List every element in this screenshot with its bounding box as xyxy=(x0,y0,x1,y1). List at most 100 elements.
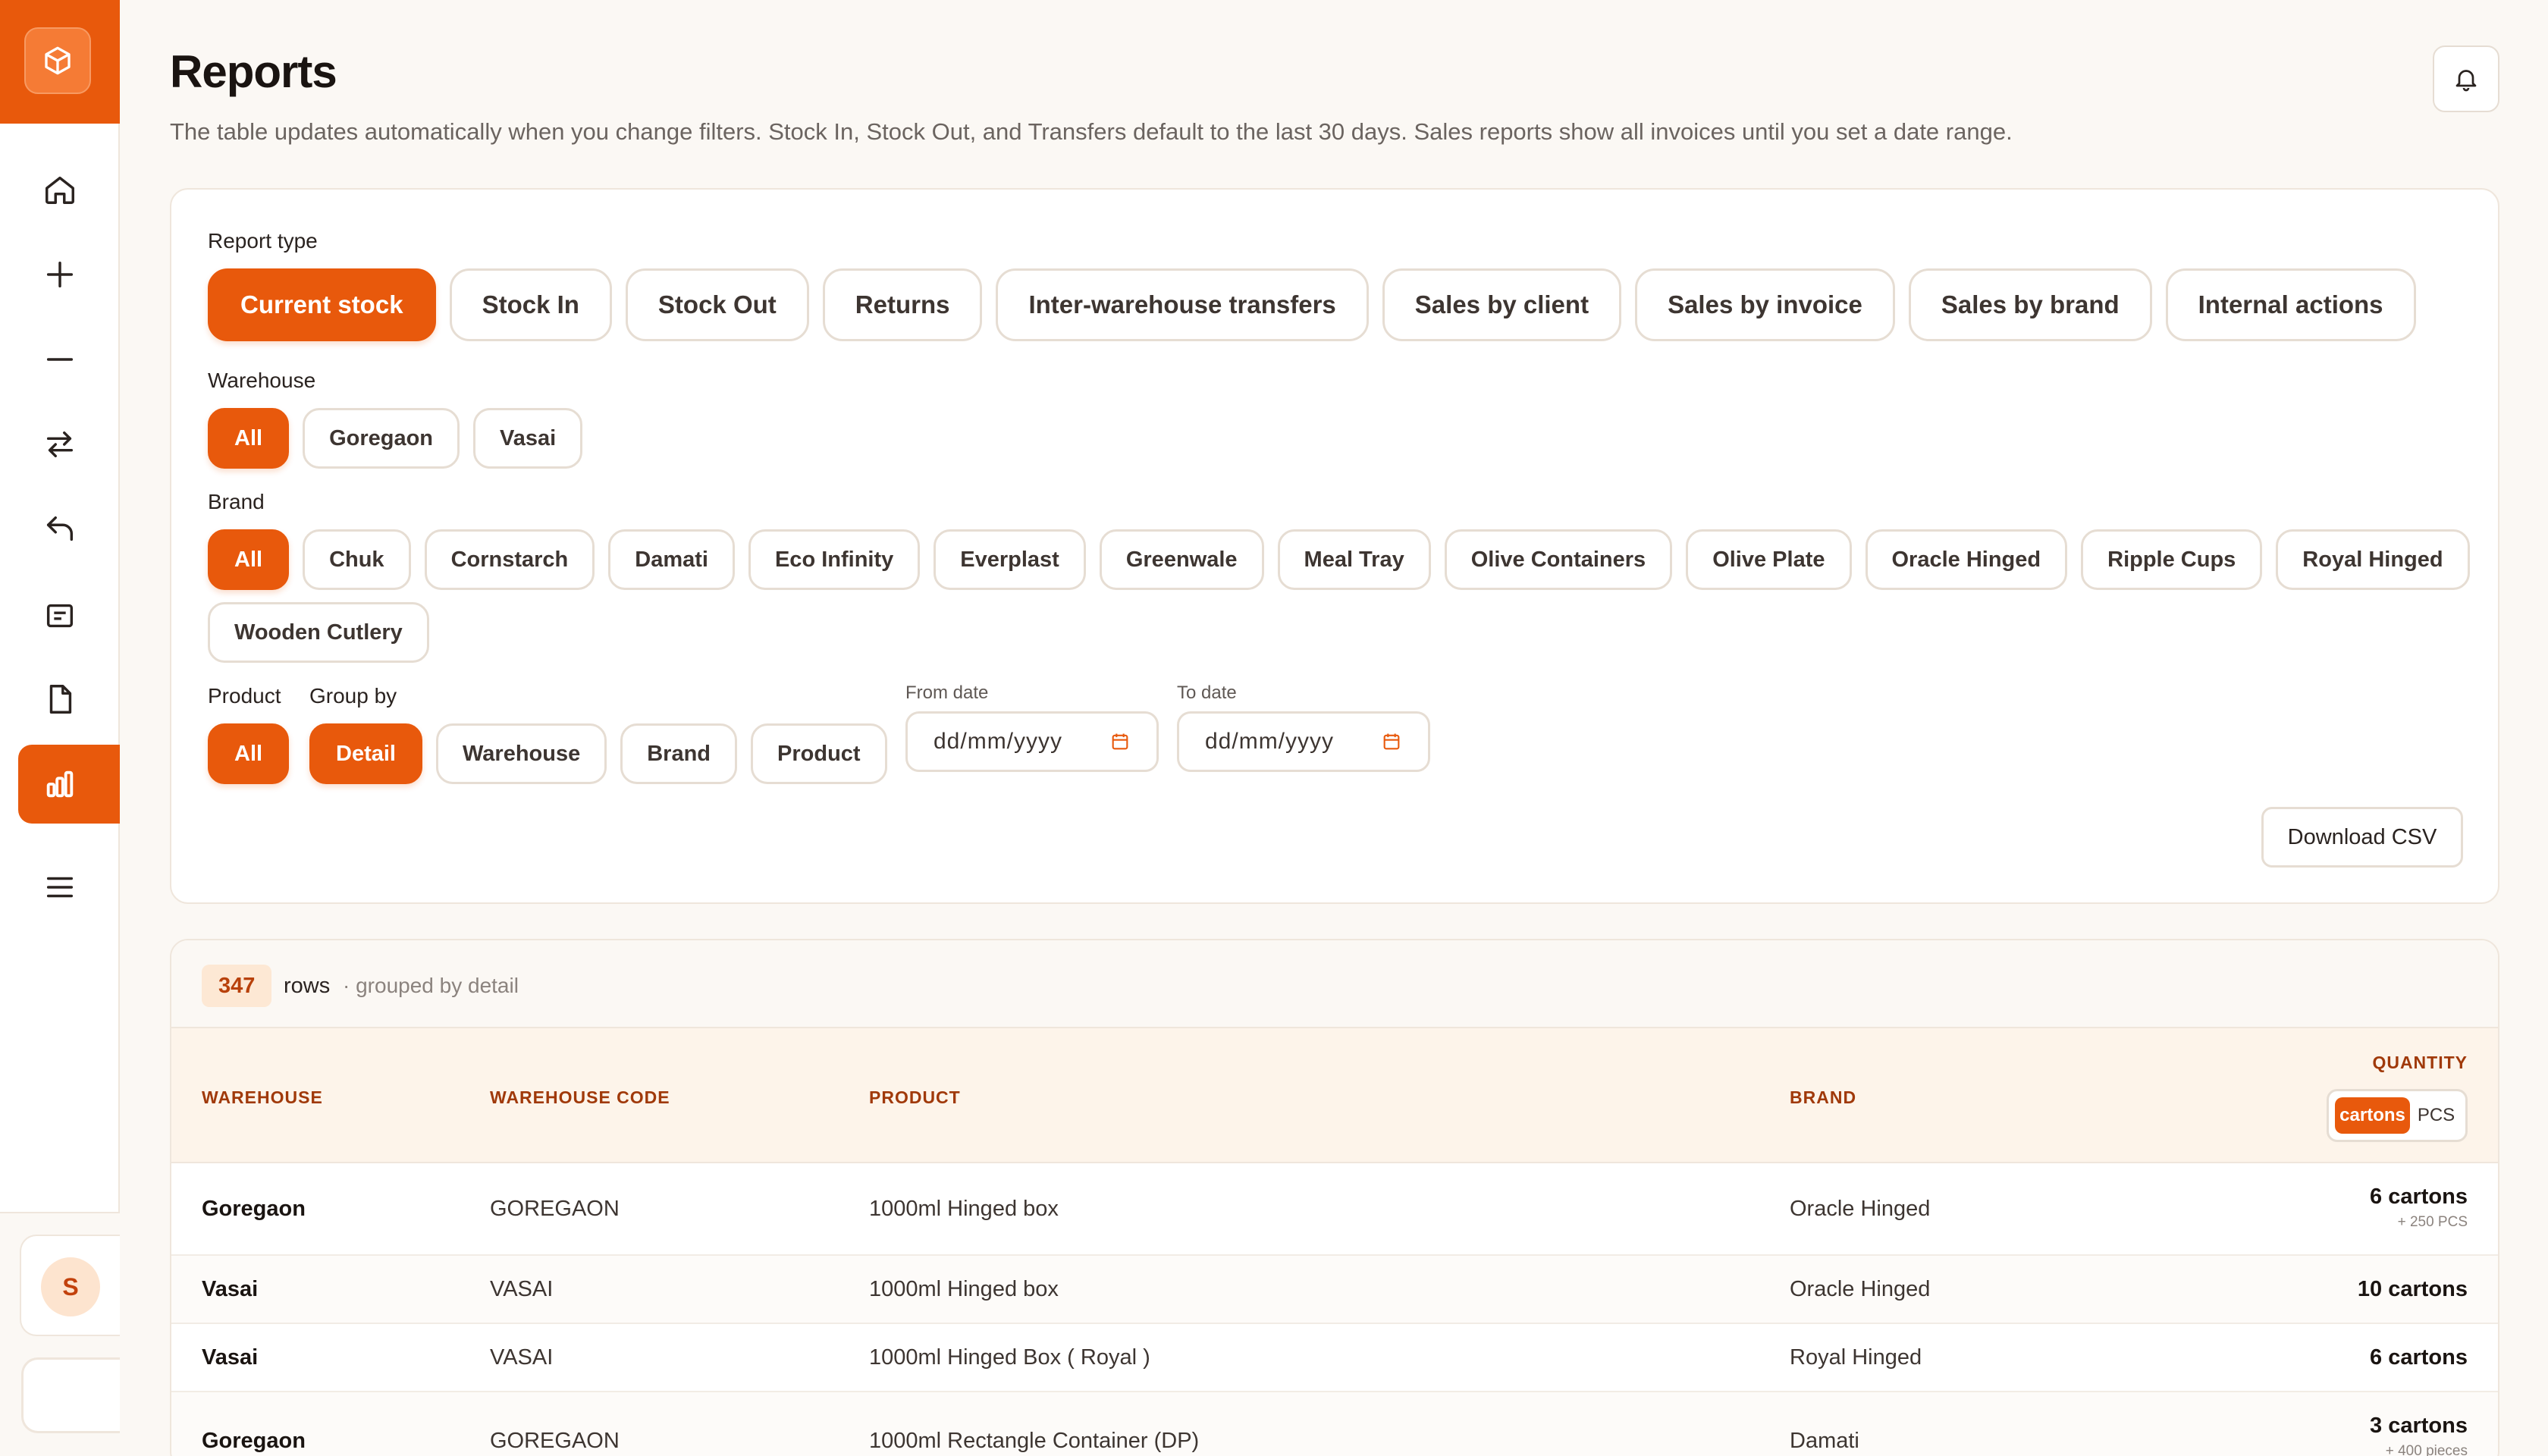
sidebar-item-stock-in[interactable] xyxy=(18,235,120,314)
calendar-icon xyxy=(1383,733,1400,750)
sidebar-item-returns[interactable] xyxy=(18,490,120,569)
avatar[interactable]: S xyxy=(41,1257,100,1316)
brand-chip-chuk[interactable]: Chuk xyxy=(303,529,411,590)
from-date-label: From date xyxy=(905,682,989,703)
sidebar-item-invoices[interactable] xyxy=(18,576,120,655)
group-by-label: Group by xyxy=(309,684,397,708)
brand-chip-all[interactable]: All xyxy=(208,529,290,590)
quantity-value: 3 cartons xyxy=(2370,1414,2468,1438)
calendar-icon xyxy=(1112,733,1128,750)
sidebar-bottom-slot[interactable] xyxy=(21,1357,120,1433)
rows-label: rows xyxy=(284,974,331,998)
from-date-placeholder: dd/mm/yyyy xyxy=(934,729,1063,754)
user-profile[interactable]: S xyxy=(20,1235,120,1336)
cell-warehouse: Goregaon xyxy=(202,1197,306,1221)
table-header: WAREHOUSE WAREHOUSE CODE PRODUCT BRAND Q… xyxy=(171,1028,2498,1163)
from-date-input[interactable]: dd/mm/yyyy xyxy=(905,711,1159,772)
col-quantity[interactable]: QUANTITY xyxy=(2372,1053,2468,1073)
cell-warehouse-code: GOREGAON xyxy=(490,1197,620,1221)
brand-chip-cornstarch[interactable]: Cornstarch xyxy=(424,529,595,590)
group-by-chip-product[interactable]: Product xyxy=(751,723,887,784)
page-title: Reports xyxy=(170,46,337,97)
report-type-chip-sales-by-client[interactable]: Sales by client xyxy=(1382,268,1622,341)
group-by-chip-warehouse[interactable]: Warehouse xyxy=(435,723,607,784)
brand-chip-olive-plate[interactable]: Olive Plate xyxy=(1686,529,1852,590)
cell-product: 1000ml Rectangle Container (DP) xyxy=(869,1429,1200,1453)
cell-warehouse: Vasai xyxy=(202,1277,259,1301)
unit-toggle: cartons PCS xyxy=(2327,1089,2468,1142)
download-csv-button[interactable]: Download CSV xyxy=(2261,807,2463,868)
report-type-chip-internal-actions[interactable]: Internal actions xyxy=(2165,268,2416,341)
table-row[interactable]: Vasai VASAI 1000ml Hinged box Oracle Hinged… xyxy=(171,1256,2498,1324)
table-row[interactable]: Goregaon GOREGAON 1000ml Rectangle Contain… xyxy=(171,1392,2498,1456)
to-date-placeholder: dd/mm/yyyy xyxy=(1205,729,1335,754)
warehouse-chip-goregaon[interactable]: Goregaon xyxy=(303,408,460,469)
col-brand[interactable]: BRAND xyxy=(1790,1087,1856,1108)
cell-brand: Damati xyxy=(1790,1429,1859,1453)
table-row[interactable]: Vasai VASAI 1000ml Hinged Box ( Royal ) Roy… xyxy=(171,1324,2498,1392)
unit-pcs-option[interactable]: PCS xyxy=(2413,1097,2459,1134)
cell-warehouse-code: VASAI xyxy=(490,1345,554,1370)
group-by-chip-detail[interactable]: Detail xyxy=(309,723,422,784)
grouped-label: · grouped by detail xyxy=(343,974,519,997)
group-by-chip-brand[interactable]: Brand xyxy=(620,723,738,784)
to-date-input[interactable]: dd/mm/yyyy xyxy=(1177,711,1430,772)
quantity-value: 6 cartons xyxy=(2370,1185,2468,1209)
brand-chip-ripple-cups[interactable]: Ripple Cups xyxy=(2081,529,2263,590)
home-icon xyxy=(46,176,74,204)
report-type-chips: Current stock Stock In Stock Out Returns Int… xyxy=(208,268,2416,341)
brand-chip-olive-containers[interactable]: Olive Containers xyxy=(1444,529,1673,590)
col-product[interactable]: PRODUCT xyxy=(869,1087,961,1108)
sidebar-item-home[interactable] xyxy=(18,150,120,229)
brand-chip-eco-infinity[interactable]: Eco Infinity xyxy=(748,529,921,590)
warehouse-chip-vasai[interactable]: Vasai xyxy=(473,408,583,469)
report-type-chip-current-stock[interactable]: Current stock xyxy=(208,268,436,341)
brand-chip-meal-tray[interactable]: Meal Tray xyxy=(1277,529,1431,590)
cell-brand: Oracle Hinged xyxy=(1790,1197,1931,1221)
menu-icon xyxy=(46,877,74,898)
report-type-chip-sales-by-invoice[interactable]: Sales by invoice xyxy=(1635,268,1895,341)
logo-box-icon[interactable] xyxy=(24,27,91,94)
filters-card: Report type Current stock Stock In Stock O… xyxy=(170,188,2499,904)
cell-product: 1000ml Hinged Box ( Royal ) xyxy=(869,1345,1150,1370)
bar-chart-icon xyxy=(46,770,74,798)
warehouse-chips: All Goregaon Vasai xyxy=(208,408,583,469)
col-warehouse-code[interactable]: WAREHOUSE CODE xyxy=(490,1087,670,1108)
product-chips: All xyxy=(208,723,290,784)
notifications-button[interactable] xyxy=(2433,46,2499,112)
table-row[interactable]: Goregaon GOREGAON 1000ml Hinged box Oracle … xyxy=(171,1163,2498,1256)
quantity-remainder: + 250 PCS xyxy=(2397,1214,2468,1230)
report-type-chip-inter-warehouse-transfers[interactable]: Inter-warehouse transfers xyxy=(996,268,1369,341)
brand-chip-wooden-cutlery[interactable]: Wooden Cutlery xyxy=(208,602,429,663)
cell-brand: Oracle Hinged xyxy=(1790,1277,1931,1301)
sidebar-item-stock-out[interactable] xyxy=(18,320,120,399)
brand-chip-oracle-hinged[interactable]: Oracle Hinged xyxy=(1865,529,2068,590)
sidebar-item-menu[interactable] xyxy=(18,848,120,927)
report-type-label: Report type xyxy=(208,229,318,253)
brand-chip-everplast[interactable]: Everplast xyxy=(934,529,1086,590)
product-chip-all[interactable]: All xyxy=(208,723,290,784)
cell-quantity: 3 cartons + 400 pieces xyxy=(2370,1414,2468,1456)
minus-icon xyxy=(46,358,74,361)
report-type-chip-stock-out[interactable]: Stock Out xyxy=(625,268,809,341)
cell-warehouse: Goregaon xyxy=(202,1429,306,1453)
warehouse-chip-all[interactable]: All xyxy=(208,408,290,469)
sidebar-item-transfers[interactable] xyxy=(18,405,120,484)
cell-product: 1000ml Hinged box xyxy=(869,1197,1059,1221)
cell-quantity: 6 cartons xyxy=(2370,1345,2468,1370)
transfer-icon xyxy=(46,431,74,458)
brand-chip-damati[interactable]: Damati xyxy=(608,529,735,590)
brand-chip-royal-hinged[interactable]: Royal Hinged xyxy=(2276,529,2470,590)
cell-warehouse: Vasai xyxy=(202,1345,259,1370)
report-type-chip-stock-in[interactable]: Stock In xyxy=(449,268,612,341)
return-icon xyxy=(46,516,74,541)
sidebar-item-documents[interactable] xyxy=(18,660,120,739)
unit-cartons-option[interactable]: cartons xyxy=(2335,1097,2411,1134)
report-type-chip-returns[interactable]: Returns xyxy=(822,268,983,341)
report-type-chip-sales-by-brand[interactable]: Sales by brand xyxy=(1908,268,2152,341)
col-warehouse[interactable]: WAREHOUSE xyxy=(202,1087,323,1108)
brand-chips: All Chuk Cornstarch Damati Eco Infinity Everp… xyxy=(208,529,2470,590)
sidebar-item-reports[interactable] xyxy=(18,745,120,824)
brand-chip-greenwale[interactable]: Greenwale xyxy=(1099,529,1264,590)
document-icon xyxy=(49,685,72,714)
